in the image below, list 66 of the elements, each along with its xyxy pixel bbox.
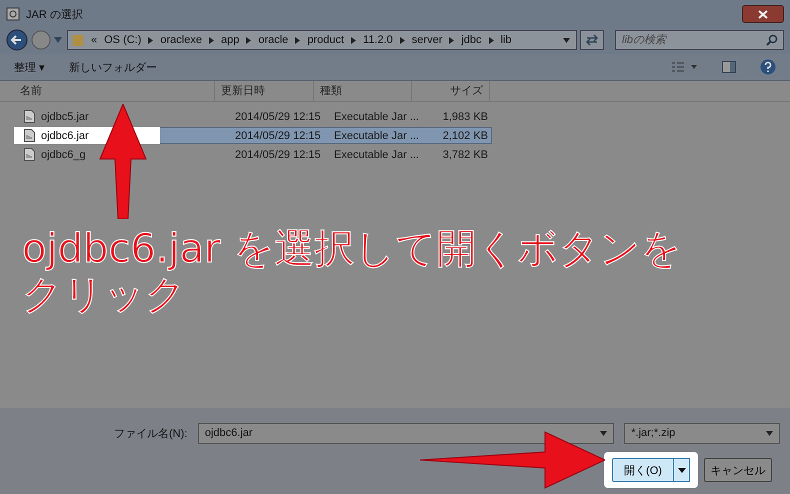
chevron-icon — [488, 36, 494, 44]
chevron-icon — [148, 36, 154, 44]
column-header[interactable]: 名前 — [0, 81, 215, 101]
file-name: ojdbc6_g — [41, 148, 86, 160]
close-button[interactable] — [742, 5, 784, 23]
chevron-icon — [246, 36, 252, 44]
chevron-icon — [208, 36, 214, 44]
file-row[interactable]: ojdbc6_g 2014/05/29 12:15 Executable Jar ... 3,782 KB — [14, 146, 492, 163]
breadcrumb[interactable]: lib — [500, 34, 512, 46]
open-button[interactable]: 開く(O) — [612, 458, 674, 482]
file-size: 2,102 KB — [442, 130, 488, 142]
breadcrumb[interactable]: oraclexe — [160, 34, 202, 46]
address-bar[interactable]: « OS (C:) oraclexe app oracle product 11.2.0 server jdbc lib — [67, 30, 577, 50]
chevron-icon — [400, 36, 405, 44]
view-options-icon[interactable] — [672, 62, 698, 72]
file-size: 1,983 KB — [442, 110, 488, 122]
dropdown-icon[interactable] — [766, 430, 773, 436]
refresh-icon — [585, 34, 599, 46]
help-icon[interactable] — [760, 59, 776, 75]
modified-date: 2014/05/29 12:15 — [234, 110, 322, 122]
breadcrumb[interactable]: OS (C:) — [104, 34, 142, 46]
close-icon — [758, 10, 768, 18]
search-icon — [766, 34, 778, 46]
refresh-button[interactable] — [580, 30, 604, 50]
new-folder-button[interactable]: 新しいフォルダー — [69, 60, 158, 74]
breadcrumb-overflow[interactable]: « — [91, 34, 98, 46]
folder-icon — [72, 33, 84, 47]
column-header[interactable]: サイズ — [412, 81, 490, 101]
cancel-button[interactable]: キャンセル — [704, 458, 772, 482]
file-type: Executable Jar ... — [334, 110, 420, 122]
file-name-field[interactable]: ojdbc6.jar — [198, 422, 614, 444]
dropdown-icon[interactable] — [600, 430, 608, 436]
breadcrumb[interactable]: server — [412, 34, 442, 46]
jar-file-icon — [24, 110, 35, 123]
back-icon[interactable] — [6, 29, 28, 51]
search-field[interactable]: libの検索 — [615, 30, 784, 50]
annotation-text: ojdbc6.jar を選択して開くボタンをクリック — [22, 226, 682, 318]
file-type-dropdown[interactable]: *.jar;*.zip — [624, 422, 780, 444]
window-title: JAR の選択 — [26, 8, 83, 22]
caret-icon — [678, 468, 686, 472]
jar-file-icon — [24, 148, 35, 161]
breadcrumb[interactable]: 11.2.0 — [363, 34, 393, 46]
column-header[interactable]: 種類 — [314, 81, 412, 101]
file-name: ojdbc6.jar — [41, 130, 89, 142]
file-row[interactable]: ojdbc6.jar 2014/05/29 12:15 Executable Jar ... 2,102 KB — [14, 127, 492, 144]
column-header[interactable]: 更新日時 — [215, 81, 314, 101]
file-type: Executable Jar ... — [334, 148, 420, 160]
breadcrumb[interactable]: product — [307, 34, 344, 46]
preview-pane-icon[interactable] — [722, 61, 736, 73]
breadcrumb[interactable]: app — [220, 34, 240, 46]
organize-button[interactable]: 整理 ▾ — [14, 60, 46, 74]
file-size: 3,782 KB — [442, 148, 488, 160]
modified-date: 2014/05/29 12:15 — [234, 130, 322, 142]
breadcrumb[interactable]: jdbc — [461, 34, 482, 46]
open-dropdown-button[interactable] — [674, 458, 690, 482]
chevron-icon — [351, 36, 356, 44]
modified-date: 2014/05/29 12:15 — [234, 148, 322, 160]
file-row[interactable]: ojdbc5.jar 2014/05/29 12:15 Executable Jar ... 1,983 KB — [14, 108, 492, 125]
file-name-label: ファイル名(N): — [114, 426, 188, 440]
file-type: Executable Jar ... — [334, 130, 420, 142]
breadcrumb[interactable]: oracle — [258, 34, 288, 46]
dropdown-icon[interactable] — [563, 38, 570, 42]
file-name: ojdbc5.jar — [41, 110, 89, 122]
chevron-icon — [295, 36, 300, 44]
jar-file-icon — [24, 129, 35, 142]
chevron-icon — [449, 36, 454, 44]
